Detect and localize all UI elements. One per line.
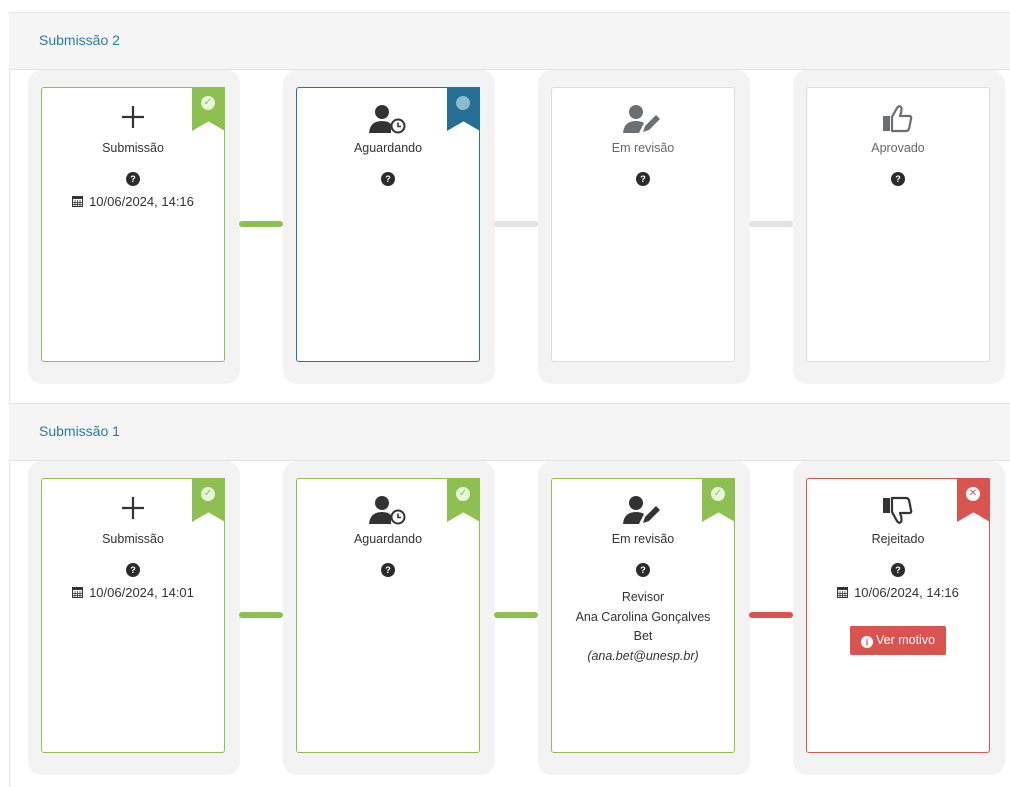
frame-border bbox=[9, 12, 10, 787]
step-connector bbox=[494, 612, 538, 618]
user-edit-icon bbox=[552, 104, 734, 138]
button-label: Ver motivo bbox=[875, 633, 936, 647]
step-card-rejeitado: ✕ Rejeitado ? 10/06/2024, 14:16 i Ver mot… bbox=[806, 478, 990, 753]
step-connector bbox=[494, 221, 538, 227]
help-icon[interactable]: ? bbox=[381, 563, 395, 577]
date-text: 10/06/2024, 14:16 bbox=[89, 194, 194, 209]
help-icon[interactable]: ? bbox=[891, 172, 905, 186]
help-icon[interactable]: ? bbox=[891, 563, 905, 577]
user-clock-icon bbox=[297, 104, 479, 138]
step-card-aguardando: Aguardando ? bbox=[296, 87, 480, 362]
calendar-icon bbox=[72, 195, 84, 210]
thumbs-down-icon bbox=[807, 495, 989, 529]
step-label: Submissão bbox=[102, 141, 164, 155]
date-text: 10/06/2024, 14:16 bbox=[854, 585, 959, 600]
step-label: Aguardando bbox=[353, 141, 423, 155]
step-card-aprovado: Aprovado ? bbox=[806, 87, 990, 362]
calendar-icon bbox=[837, 586, 849, 601]
calendar-icon bbox=[72, 586, 84, 601]
thumbs-up-icon bbox=[807, 104, 989, 138]
step-date: 10/06/2024, 14:16 bbox=[42, 194, 224, 210]
step-card-em-revisao: Em revisão ? bbox=[551, 87, 735, 362]
step-label: Submissão bbox=[102, 532, 164, 546]
help-icon[interactable]: ? bbox=[126, 172, 140, 186]
step-card-em-revisao: ✓ Em revisão ? Revisor Ana Carolina Gonç… bbox=[551, 478, 735, 753]
step-connector bbox=[749, 221, 793, 227]
step-connector bbox=[239, 221, 283, 227]
step-connector bbox=[749, 612, 793, 618]
plus-icon bbox=[42, 495, 224, 529]
step-date: 10/06/2024, 14:01 bbox=[42, 585, 224, 601]
reviewer-info: Revisor Ana Carolina Gonçalves Bet (ana.… bbox=[556, 588, 730, 666]
reviewer-role: Revisor bbox=[621, 590, 665, 604]
date-text: 10/06/2024, 14:01 bbox=[89, 585, 194, 600]
view-reason-button[interactable]: i Ver motivo bbox=[850, 626, 946, 655]
step-connector bbox=[239, 612, 283, 618]
step-label: Aprovado bbox=[871, 141, 925, 155]
user-clock-icon bbox=[297, 495, 479, 529]
submission-title: Submissão 1 bbox=[39, 423, 120, 439]
help-icon[interactable]: ? bbox=[381, 172, 395, 186]
step-date: 10/06/2024, 14:16 bbox=[807, 585, 989, 601]
step-card-submissao: ✓ Submissão ? 10/06/2024, 14:16 bbox=[41, 87, 225, 362]
reviewer-email: (ana.bet@unesp.br) bbox=[587, 648, 699, 663]
step-label: Em revisão bbox=[611, 141, 675, 155]
plus-icon bbox=[42, 104, 224, 138]
reviewer-name: Ana Carolina Gonçalves bbox=[575, 609, 711, 624]
help-icon[interactable]: ? bbox=[126, 563, 140, 577]
submission-header: Submissão 1 bbox=[9, 403, 1010, 461]
step-card-submissao: ✓ Submissão ? 10/06/2024, 14:01 bbox=[41, 478, 225, 753]
reviewer-name: Bet bbox=[633, 629, 653, 643]
help-icon[interactable]: ? bbox=[636, 563, 650, 577]
submission-header: Submissão 2 bbox=[9, 12, 1010, 70]
submission-title: Submissão 2 bbox=[39, 32, 120, 48]
step-label: Em revisão bbox=[611, 532, 675, 546]
info-icon: i bbox=[860, 636, 873, 648]
user-edit-icon bbox=[552, 495, 734, 529]
step-card-aguardando: ✓ Aguardando ? bbox=[296, 478, 480, 753]
help-icon[interactable]: ? bbox=[636, 172, 650, 186]
step-label: Aguardando bbox=[353, 532, 423, 546]
step-label: Rejeitado bbox=[871, 532, 925, 546]
